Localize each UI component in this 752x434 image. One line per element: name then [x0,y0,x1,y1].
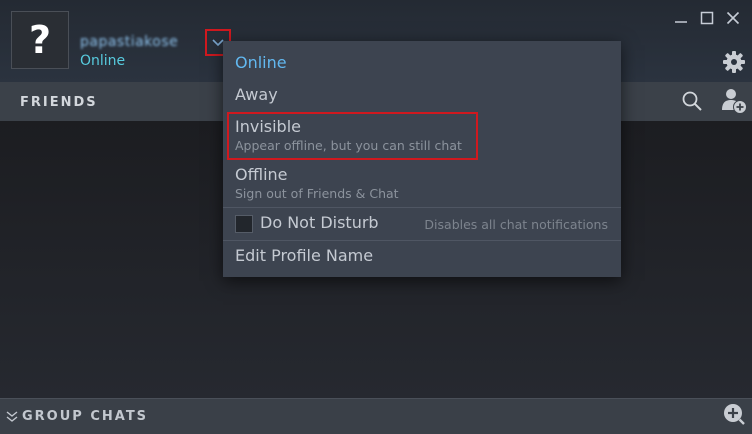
status-menu: Online Away Invisible Appear offline, bu… [223,41,621,277]
maximize-icon [700,11,714,25]
do-not-disturb-description: Disables all chat notifications [424,217,608,232]
offline-description: Sign out of Friends & Chat [235,186,399,201]
edit-profile-name-option[interactable]: Edit Profile Name [235,246,373,265]
add-friend-icon [722,89,747,114]
maximize-button[interactable] [696,8,718,28]
do-not-disturb-label[interactable]: Do Not Disturb [260,213,379,232]
menu-divider [223,240,621,241]
avatar-placeholder: ? [28,18,52,62]
group-chats-label: GROUP CHATS [22,409,149,424]
search-friends-button[interactable] [681,90,703,112]
status-option-away[interactable]: Away [235,85,278,104]
close-button[interactable] [722,8,744,28]
gear-icon [723,51,745,73]
double-chevron-down-icon [6,411,18,422]
status-option-online[interactable]: Online [235,53,287,72]
menu-divider [223,207,621,208]
status-option-offline[interactable]: Offline [235,165,288,184]
search-icon [682,91,702,111]
minimize-icon [675,21,687,23]
add-friend-button[interactable] [721,87,747,114]
status-option-invisible[interactable]: Invisible [235,117,301,136]
invisible-description: Appear offline, but you can still chat [235,138,462,153]
create-group-chat-button[interactable] [722,402,746,426]
avatar[interactable]: ? [11,11,69,69]
do-not-disturb-checkbox[interactable] [235,215,253,233]
settings-button[interactable] [722,50,746,74]
status-text: Online [80,53,126,69]
friends-label: FRIENDS [20,95,98,110]
close-icon [726,11,740,25]
username[interactable]: papastiakose [80,34,204,50]
plus-circle-icon [724,404,745,425]
window-controls [670,8,744,28]
minimize-button[interactable] [670,8,692,28]
group-chats-bar[interactable]: GROUP CHATS [0,398,752,434]
